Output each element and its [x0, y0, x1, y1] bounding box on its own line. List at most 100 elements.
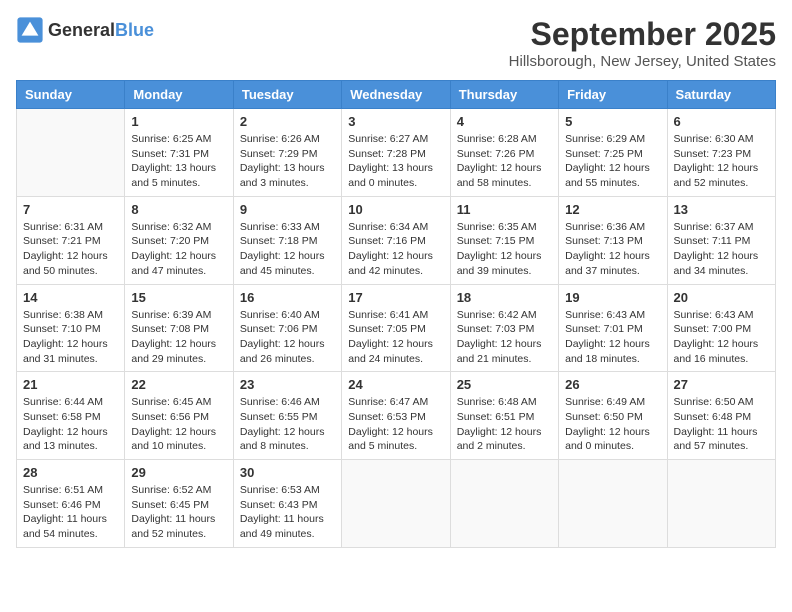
cell-content: Sunrise: 6:39 AM Sunset: 7:08 PM Dayligh… — [131, 308, 226, 367]
calendar-cell: 18 Sunrise: 6:42 AM Sunset: 7:03 PM Dayli… — [450, 284, 558, 372]
day-number: 14 — [23, 290, 118, 305]
cell-content: Sunrise: 6:43 AM Sunset: 7:01 PM Dayligh… — [565, 308, 660, 367]
calendar-cell: 22 Sunrise: 6:45 AM Sunset: 6:56 PM Dayli… — [125, 372, 233, 460]
calendar-header-sunday: Sunday — [17, 81, 125, 109]
cell-content: Sunrise: 6:52 AM Sunset: 6:45 PM Dayligh… — [131, 483, 226, 542]
day-number: 27 — [674, 377, 769, 392]
cell-content: Sunrise: 6:53 AM Sunset: 6:43 PM Dayligh… — [240, 483, 335, 542]
calendar-header-wednesday: Wednesday — [342, 81, 450, 109]
calendar-cell: 12 Sunrise: 6:36 AM Sunset: 7:13 PM Dayli… — [559, 196, 667, 284]
cell-content: Sunrise: 6:46 AM Sunset: 6:55 PM Dayligh… — [240, 395, 335, 454]
cell-content: Sunrise: 6:42 AM Sunset: 7:03 PM Dayligh… — [457, 308, 552, 367]
day-number: 25 — [457, 377, 552, 392]
logo-icon — [16, 16, 44, 44]
calendar-cell: 4 Sunrise: 6:28 AM Sunset: 7:26 PM Daylig… — [450, 109, 558, 197]
calendar-cell: 14Sunrise: 6:38 AM Sunset: 7:10 PM Dayli… — [17, 284, 125, 372]
cell-content: Sunrise: 6:26 AM Sunset: 7:29 PM Dayligh… — [240, 132, 335, 191]
cell-content: Sunrise: 6:34 AM Sunset: 7:16 PM Dayligh… — [348, 220, 443, 279]
calendar-header-thursday: Thursday — [450, 81, 558, 109]
calendar-cell: 28 Sunrise: 6:51 AM Sunset: 6:46 PM Dayli… — [17, 460, 125, 548]
title-area: September 2025 Hillsborough, New Jersey,… — [509, 16, 776, 70]
calendar-cell: 13 Sunrise: 6:37 AM Sunset: 7:11 PM Dayli… — [667, 196, 775, 284]
day-number: 2 — [240, 114, 335, 129]
calendar-cell: 20 Sunrise: 6:43 AM Sunset: 7:00 PM Dayli… — [667, 284, 775, 372]
cell-content: Sunrise: 6:41 AM Sunset: 7:05 PM Dayligh… — [348, 308, 443, 367]
day-number: 19 — [565, 290, 660, 305]
calendar-cell: 29 Sunrise: 6:52 AM Sunset: 6:45 PM Dayli… — [125, 460, 233, 548]
cell-content: Sunrise: 6:29 AM Sunset: 7:25 PM Dayligh… — [565, 132, 660, 191]
day-number: 15 — [131, 290, 226, 305]
cell-content: Sunrise: 6:40 AM Sunset: 7:06 PM Dayligh… — [240, 308, 335, 367]
month-title: September 2025 — [509, 16, 776, 53]
calendar-cell — [450, 460, 558, 548]
day-number: 3 — [348, 114, 443, 129]
cell-content: Sunrise: 6:49 AM Sunset: 6:50 PM Dayligh… — [565, 395, 660, 454]
logo-blue: Blue — [115, 20, 154, 40]
calendar-cell: 5Sunrise: 6:29 AM Sunset: 7:25 PM Daylig… — [559, 109, 667, 197]
day-number: 1 — [131, 114, 226, 129]
day-number: 4 — [457, 114, 552, 129]
calendar-header-tuesday: Tuesday — [233, 81, 341, 109]
cell-content: Sunrise: 6:35 AM Sunset: 7:15 PM Dayligh… — [457, 220, 552, 279]
calendar-cell: 7Sunrise: 6:31 AM Sunset: 7:21 PM Daylig… — [17, 196, 125, 284]
cell-content: Sunrise: 6:30 AM Sunset: 7:23 PM Dayligh… — [674, 132, 769, 191]
day-number: 24 — [348, 377, 443, 392]
calendar-cell: 2 Sunrise: 6:26 AM Sunset: 7:29 PM Daylig… — [233, 109, 341, 197]
cell-content: Sunrise: 6:37 AM Sunset: 7:11 PM Dayligh… — [674, 220, 769, 279]
cell-content: Sunrise: 6:43 AM Sunset: 7:00 PM Dayligh… — [674, 308, 769, 367]
day-number: 29 — [131, 465, 226, 480]
calendar-week-2: 7Sunrise: 6:31 AM Sunset: 7:21 PM Daylig… — [17, 196, 776, 284]
day-number: 22 — [131, 377, 226, 392]
calendar-cell: 6Sunrise: 6:30 AM Sunset: 7:23 PM Daylig… — [667, 109, 775, 197]
calendar-header-friday: Friday — [559, 81, 667, 109]
cell-content: Sunrise: 6:27 AM Sunset: 7:28 PM Dayligh… — [348, 132, 443, 191]
cell-content: Sunrise: 6:28 AM Sunset: 7:26 PM Dayligh… — [457, 132, 552, 191]
day-number: 21 — [23, 377, 118, 392]
day-number: 9 — [240, 202, 335, 217]
calendar-week-4: 21 Sunrise: 6:44 AM Sunset: 6:58 PM Dayli… — [17, 372, 776, 460]
cell-content: Sunrise: 6:31 AM Sunset: 7:21 PM Dayligh… — [23, 220, 118, 279]
calendar-week-1: 1 Sunrise: 6:25 AM Sunset: 7:31 PM Daylig… — [17, 109, 776, 197]
day-number: 8 — [131, 202, 226, 217]
calendar-cell: 23Sunrise: 6:46 AM Sunset: 6:55 PM Dayli… — [233, 372, 341, 460]
cell-content: Sunrise: 6:45 AM Sunset: 6:56 PM Dayligh… — [131, 395, 226, 454]
calendar-cell: 21 Sunrise: 6:44 AM Sunset: 6:58 PM Dayli… — [17, 372, 125, 460]
calendar-week-3: 14Sunrise: 6:38 AM Sunset: 7:10 PM Dayli… — [17, 284, 776, 372]
logo-general: General — [48, 20, 115, 40]
day-number: 13 — [674, 202, 769, 217]
calendar-cell: 1 Sunrise: 6:25 AM Sunset: 7:31 PM Daylig… — [125, 109, 233, 197]
cell-content: Sunrise: 6:44 AM Sunset: 6:58 PM Dayligh… — [23, 395, 118, 454]
day-number: 30 — [240, 465, 335, 480]
calendar-week-5: 28 Sunrise: 6:51 AM Sunset: 6:46 PM Dayli… — [17, 460, 776, 548]
day-number: 17 — [348, 290, 443, 305]
day-number: 12 — [565, 202, 660, 217]
day-number: 28 — [23, 465, 118, 480]
page-header: GeneralBlue September 2025 Hillsborough,… — [16, 16, 776, 70]
day-number: 26 — [565, 377, 660, 392]
calendar-cell: 24Sunrise: 6:47 AM Sunset: 6:53 PM Dayli… — [342, 372, 450, 460]
cell-content: Sunrise: 6:25 AM Sunset: 7:31 PM Dayligh… — [131, 132, 226, 191]
cell-content: Sunrise: 6:32 AM Sunset: 7:20 PM Dayligh… — [131, 220, 226, 279]
calendar-cell: 9 Sunrise: 6:33 AM Sunset: 7:18 PM Daylig… — [233, 196, 341, 284]
calendar-cell: 27 Sunrise: 6:50 AM Sunset: 6:48 PM Dayli… — [667, 372, 775, 460]
calendar-table: SundayMondayTuesdayWednesdayThursdayFrid… — [16, 80, 776, 548]
calendar-cell: 30 Sunrise: 6:53 AM Sunset: 6:43 PM Dayli… — [233, 460, 341, 548]
calendar-header-saturday: Saturday — [667, 81, 775, 109]
day-number: 20 — [674, 290, 769, 305]
cell-content: Sunrise: 6:48 AM Sunset: 6:51 PM Dayligh… — [457, 395, 552, 454]
calendar-cell: 3 Sunrise: 6:27 AM Sunset: 7:28 PM Daylig… — [342, 109, 450, 197]
day-number: 16 — [240, 290, 335, 305]
day-number: 18 — [457, 290, 552, 305]
calendar-cell: 19 Sunrise: 6:43 AM Sunset: 7:01 PM Dayli… — [559, 284, 667, 372]
cell-content: Sunrise: 6:36 AM Sunset: 7:13 PM Dayligh… — [565, 220, 660, 279]
cell-content: Sunrise: 6:33 AM Sunset: 7:18 PM Dayligh… — [240, 220, 335, 279]
cell-content: Sunrise: 6:50 AM Sunset: 6:48 PM Dayligh… — [674, 395, 769, 454]
calendar-cell — [17, 109, 125, 197]
day-number: 11 — [457, 202, 552, 217]
calendar-cell: 16 Sunrise: 6:40 AM Sunset: 7:06 PM Dayli… — [233, 284, 341, 372]
calendar-cell: 25 Sunrise: 6:48 AM Sunset: 6:51 PM Dayli… — [450, 372, 558, 460]
calendar-cell: 15 Sunrise: 6:39 AM Sunset: 7:08 PM Dayli… — [125, 284, 233, 372]
cell-content: Sunrise: 6:51 AM Sunset: 6:46 PM Dayligh… — [23, 483, 118, 542]
location-title: Hillsborough, New Jersey, United States — [509, 53, 776, 70]
calendar-cell: 11 Sunrise: 6:35 AM Sunset: 7:15 PM Dayli… — [450, 196, 558, 284]
